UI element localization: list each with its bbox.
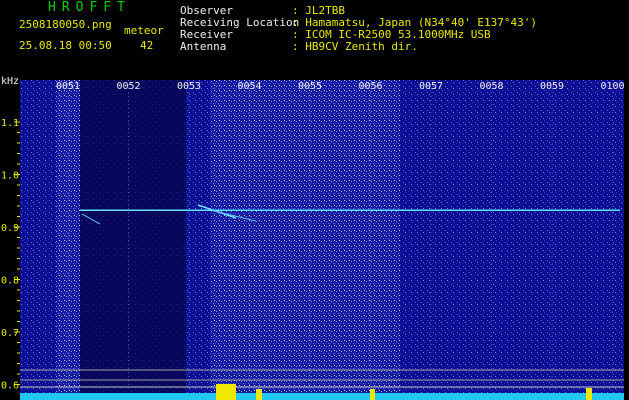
y-tick-label: 0.6 [1,381,19,392]
spectrogram: 0051 0052 0053 0054 0055 0056 0057 0058 0059 0100… [1,76,625,400]
noise-region-base [400,80,624,395]
x-tick-label: 0055 [298,81,322,92]
y-tick-label: 1.0 [1,171,19,182]
noise-region-dark [80,80,186,395]
x-tick-label: 0051 [56,81,80,92]
x-tick-label: 0052 [116,81,140,92]
level-spike [370,389,375,400]
level-spike [256,389,262,400]
spectrogram-plot [20,80,624,395]
y-tick-label: 0.9 [1,223,19,234]
y-tick-label: 0.8 [1,276,19,287]
noise-region-bright [56,80,80,395]
y-axis-unit: kHz [1,76,19,87]
level-spike [216,384,236,400]
y-tick-label: 1.1 [1,118,19,129]
x-tick-label: 0053 [177,81,201,92]
y-axis-ticks: 1.1 1.0 0.9 0.8 0.7 0.6 [1,118,20,392]
y-tick-label: 0.7 [1,328,19,339]
x-tick-label: 0059 [540,81,564,92]
x-tick-label: 0056 [358,81,382,92]
x-tick-label: 0058 [479,81,503,92]
x-tick-label: 0057 [419,81,443,92]
noise-region-bright [210,80,400,395]
level-spike [586,388,592,400]
x-tick-label: 0100 [600,81,624,92]
x-tick-label: 0054 [237,81,261,92]
level-bar [20,393,624,400]
